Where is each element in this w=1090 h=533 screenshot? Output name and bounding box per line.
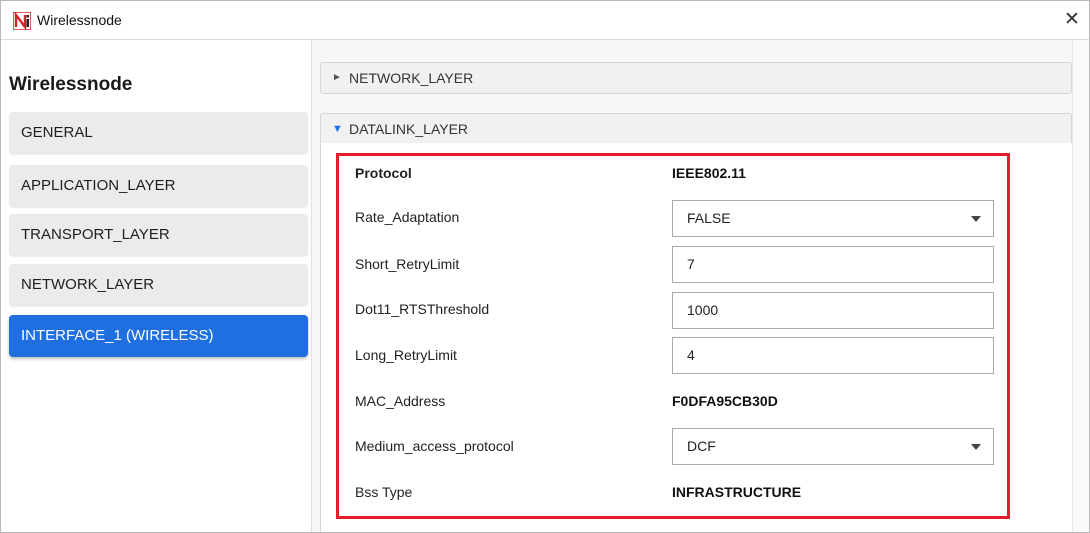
- dialog-window: Wirelessnode ✕ Wirelessnode GENERAL APPL…: [0, 0, 1090, 533]
- rts-threshold-label: Dot11_RTSThreshold: [355, 301, 490, 317]
- long-retry-limit-label: Long_RetryLimit: [355, 347, 457, 363]
- triangle-right-icon: ►: [332, 72, 342, 83]
- title-bar: Wirelessnode ✕: [1, 1, 1089, 40]
- protocol-value: IEEE802.11: [672, 165, 746, 181]
- window-title: Wirelessnode: [37, 12, 122, 28]
- rts-threshold-input[interactable]: 1000: [672, 292, 994, 329]
- protocol-label: Protocol: [355, 165, 412, 181]
- sidebar-item-transport-layer[interactable]: TRANSPORT_LAYER: [9, 214, 308, 256]
- medium-access-label: Medium_access_protocol: [355, 438, 514, 454]
- bss-type-label: Bss Type: [355, 484, 413, 500]
- chevron-down-icon: [971, 444, 981, 450]
- medium-access-value: DCF: [687, 438, 716, 454]
- mac-address-label: MAC_Address: [355, 393, 446, 409]
- sidebar-item-general[interactable]: GENERAL: [9, 112, 308, 154]
- rate-adaptation-value: FALSE: [687, 210, 731, 226]
- section-network-layer-label: NETWORK_LAYER: [349, 70, 474, 86]
- mac-address-value: F0DFA95CB30D: [672, 393, 778, 409]
- section-network-layer[interactable]: ► NETWORK_LAYER: [320, 62, 1072, 94]
- sidebar-title: Wirelessnode: [9, 74, 133, 95]
- rate-adaptation-select[interactable]: FALSE: [672, 200, 994, 237]
- netsim-logo-icon: [13, 12, 31, 30]
- triangle-down-icon: ▼: [332, 123, 343, 135]
- section-datalink-layer[interactable]: ▼ DATALINK_LAYER: [320, 113, 1072, 145]
- sidebar-item-interface-1[interactable]: INTERFACE_1 (WIRELESS): [9, 315, 308, 357]
- vertical-scrollbar[interactable]: [1072, 40, 1089, 532]
- sidebar: Wirelessnode GENERAL APPLICATION_LAYER T…: [1, 40, 311, 532]
- rate-adaptation-label: Rate_Adaptation: [355, 209, 460, 225]
- sidebar-item-application-layer[interactable]: APPLICATION_LAYER: [9, 165, 308, 207]
- sidebar-item-network-layer[interactable]: NETWORK_LAYER: [9, 264, 308, 306]
- long-retry-limit-input[interactable]: 4: [672, 337, 994, 374]
- short-retry-limit-label: Short_RetryLimit: [355, 256, 460, 272]
- short-retry-limit-input[interactable]: 7: [672, 246, 994, 283]
- medium-access-select[interactable]: DCF: [672, 428, 994, 465]
- chevron-down-icon: [971, 216, 981, 222]
- bss-type-value: INFRASTRUCTURE: [672, 484, 802, 500]
- close-icon[interactable]: ✕: [1061, 9, 1083, 31]
- section-datalink-layer-label: DATALINK_LAYER: [349, 121, 469, 137]
